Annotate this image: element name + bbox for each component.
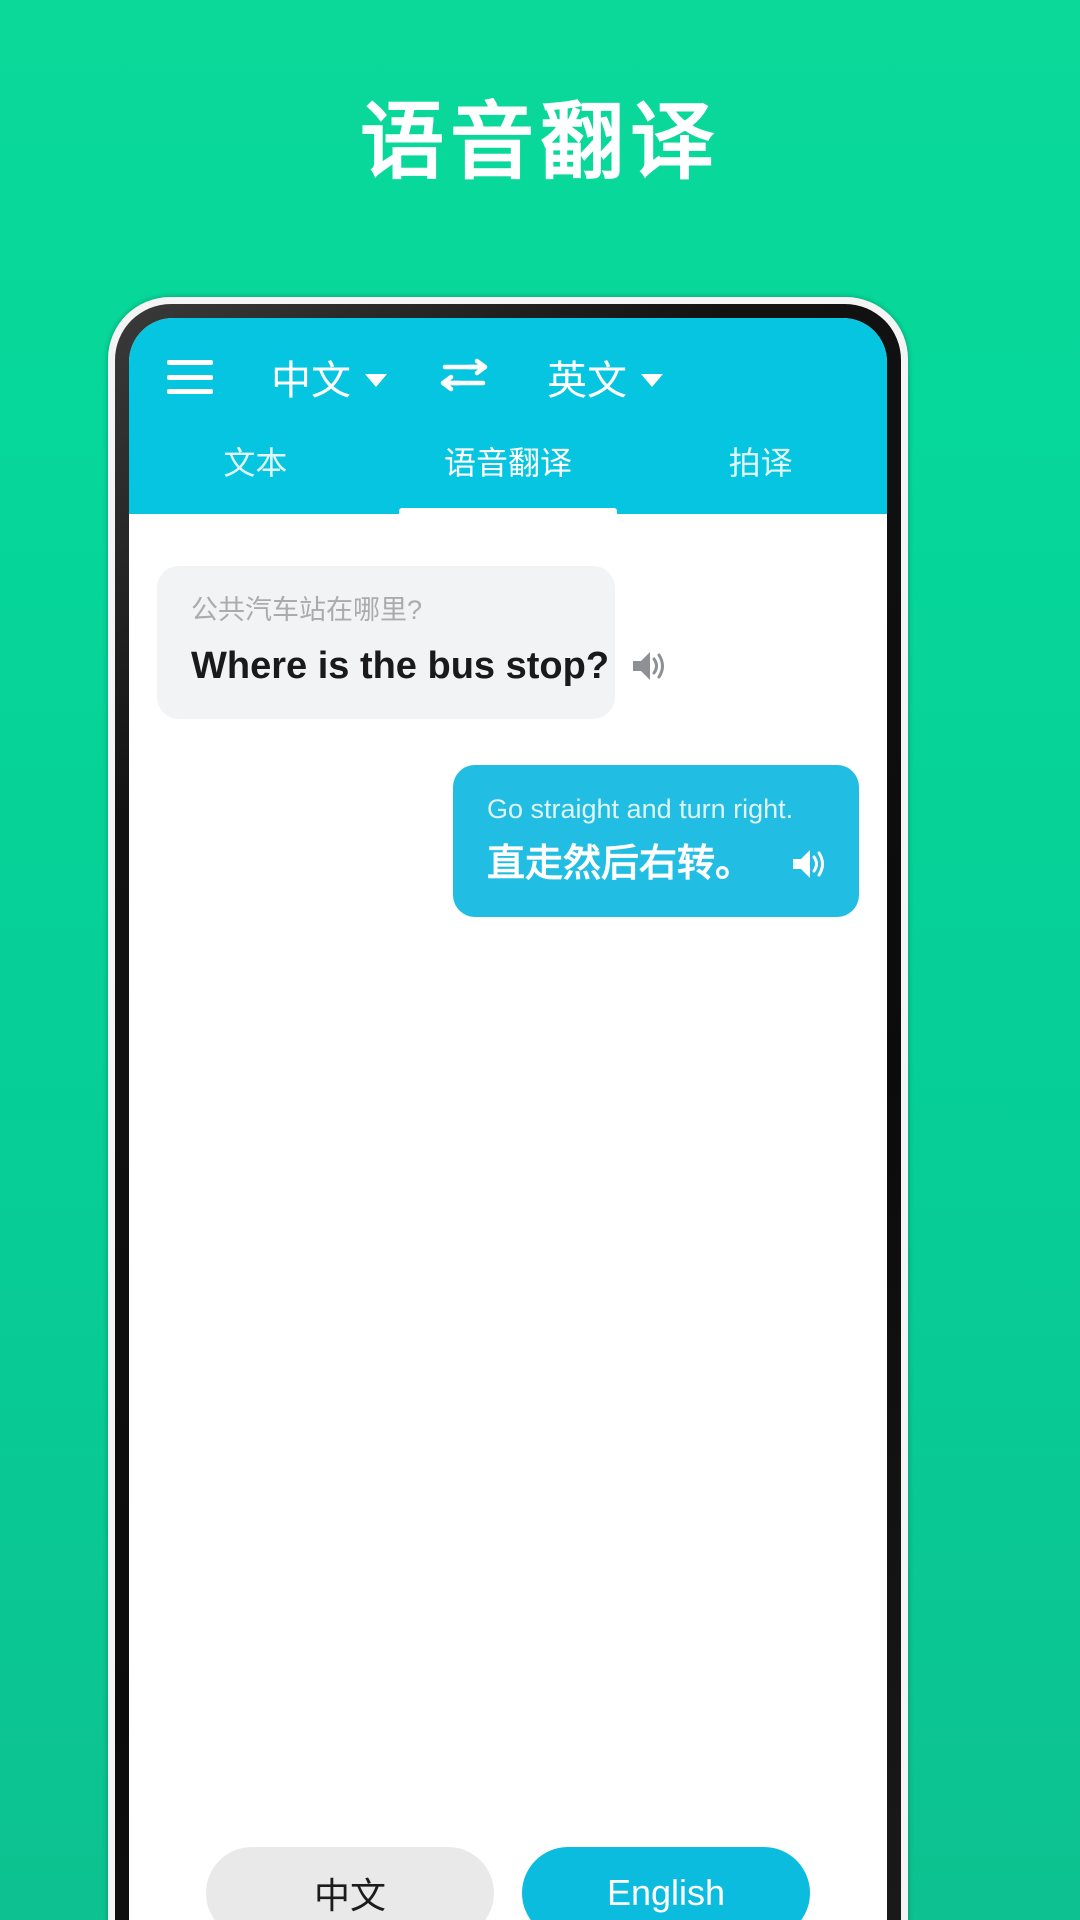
message-source-text: Go straight and turn right. [487, 793, 794, 824]
message-translated-text: 直走然后右转。 [487, 843, 754, 886]
app-top-bar: 中文 英文 文本 语音翻译 拍译 [129, 318, 887, 514]
message-main-line: 直走然后右转。 [487, 842, 825, 887]
record-button-label: 中文 [313, 1875, 386, 1916]
message-translated-text: Where is the bus stop? [191, 644, 610, 687]
tab-photo-translation[interactable]: 拍译 [634, 436, 887, 514]
hamburger-bar [167, 374, 213, 380]
conversation-list: 公共汽车站在哪里? Where is the bus stop? Go stra… [129, 514, 887, 1827]
message-row-incoming: 公共汽车站在哪里? Where is the bus stop? [129, 566, 887, 719]
tab-voice-translation[interactable]: 语音翻译 [382, 436, 635, 514]
language-selector-row: 中文 英文 [129, 318, 887, 436]
hamburger-bar [167, 360, 213, 365]
message-bubble-incoming[interactable]: 公共汽车站在哪里? Where is the bus stop? [157, 566, 665, 719]
phone-mockup-frame: 中文 英文 文本 语音翻译 拍译 公共汽车站在哪里? Where is the … [108, 297, 908, 1920]
tab-label: 拍译 [728, 445, 793, 481]
source-language-selector[interactable]: 中文 [271, 348, 387, 406]
voice-input-bar: 中文 English [129, 1827, 887, 1920]
phone-screen: 中文 英文 文本 语音翻译 拍译 公共汽车站在哪里? Where is the … [129, 318, 887, 1920]
mode-tab-strip: 文本 语音翻译 拍译 [129, 436, 887, 514]
speaker-sound-icon[interactable] [783, 843, 825, 885]
target-language-label: 英文 [547, 359, 627, 403]
source-language-label: 中文 [271, 359, 351, 403]
chevron-down-icon [641, 373, 663, 387]
record-source-language-button[interactable]: 中文 [206, 1847, 494, 1920]
swap-languages-button[interactable] [437, 355, 491, 399]
target-language-selector[interactable]: 英文 [547, 348, 663, 406]
swap-arrows-icon [440, 358, 488, 392]
message-source-text: 公共汽车站在哪里? [191, 595, 423, 625]
record-button-label: English [606, 1872, 726, 1913]
tab-text[interactable]: 文本 [129, 436, 382, 514]
message-main-line: Where is the bus stop? [191, 644, 665, 689]
message-row-outgoing: Go straight and turn right. 直走然后右转。 [129, 764, 887, 918]
tab-label: 语音翻译 [444, 445, 573, 481]
speaker-sound-icon[interactable] [623, 645, 665, 687]
record-target-language-button[interactable]: English [522, 1847, 810, 1920]
hamburger-bar [167, 389, 213, 394]
hamburger-menu-icon[interactable] [167, 360, 213, 394]
chevron-down-icon [365, 373, 387, 387]
tab-label: 文本 [223, 445, 288, 481]
promo-headline: 语音翻译 [359, 95, 720, 189]
message-bubble-outgoing[interactable]: Go straight and turn right. 直走然后右转。 [453, 764, 859, 918]
promo-screenshot: 语音翻译 中文 英文 文本 语音翻译 拍译 公共汽车站在哪里? Where is… [0, 0, 1080, 1920]
